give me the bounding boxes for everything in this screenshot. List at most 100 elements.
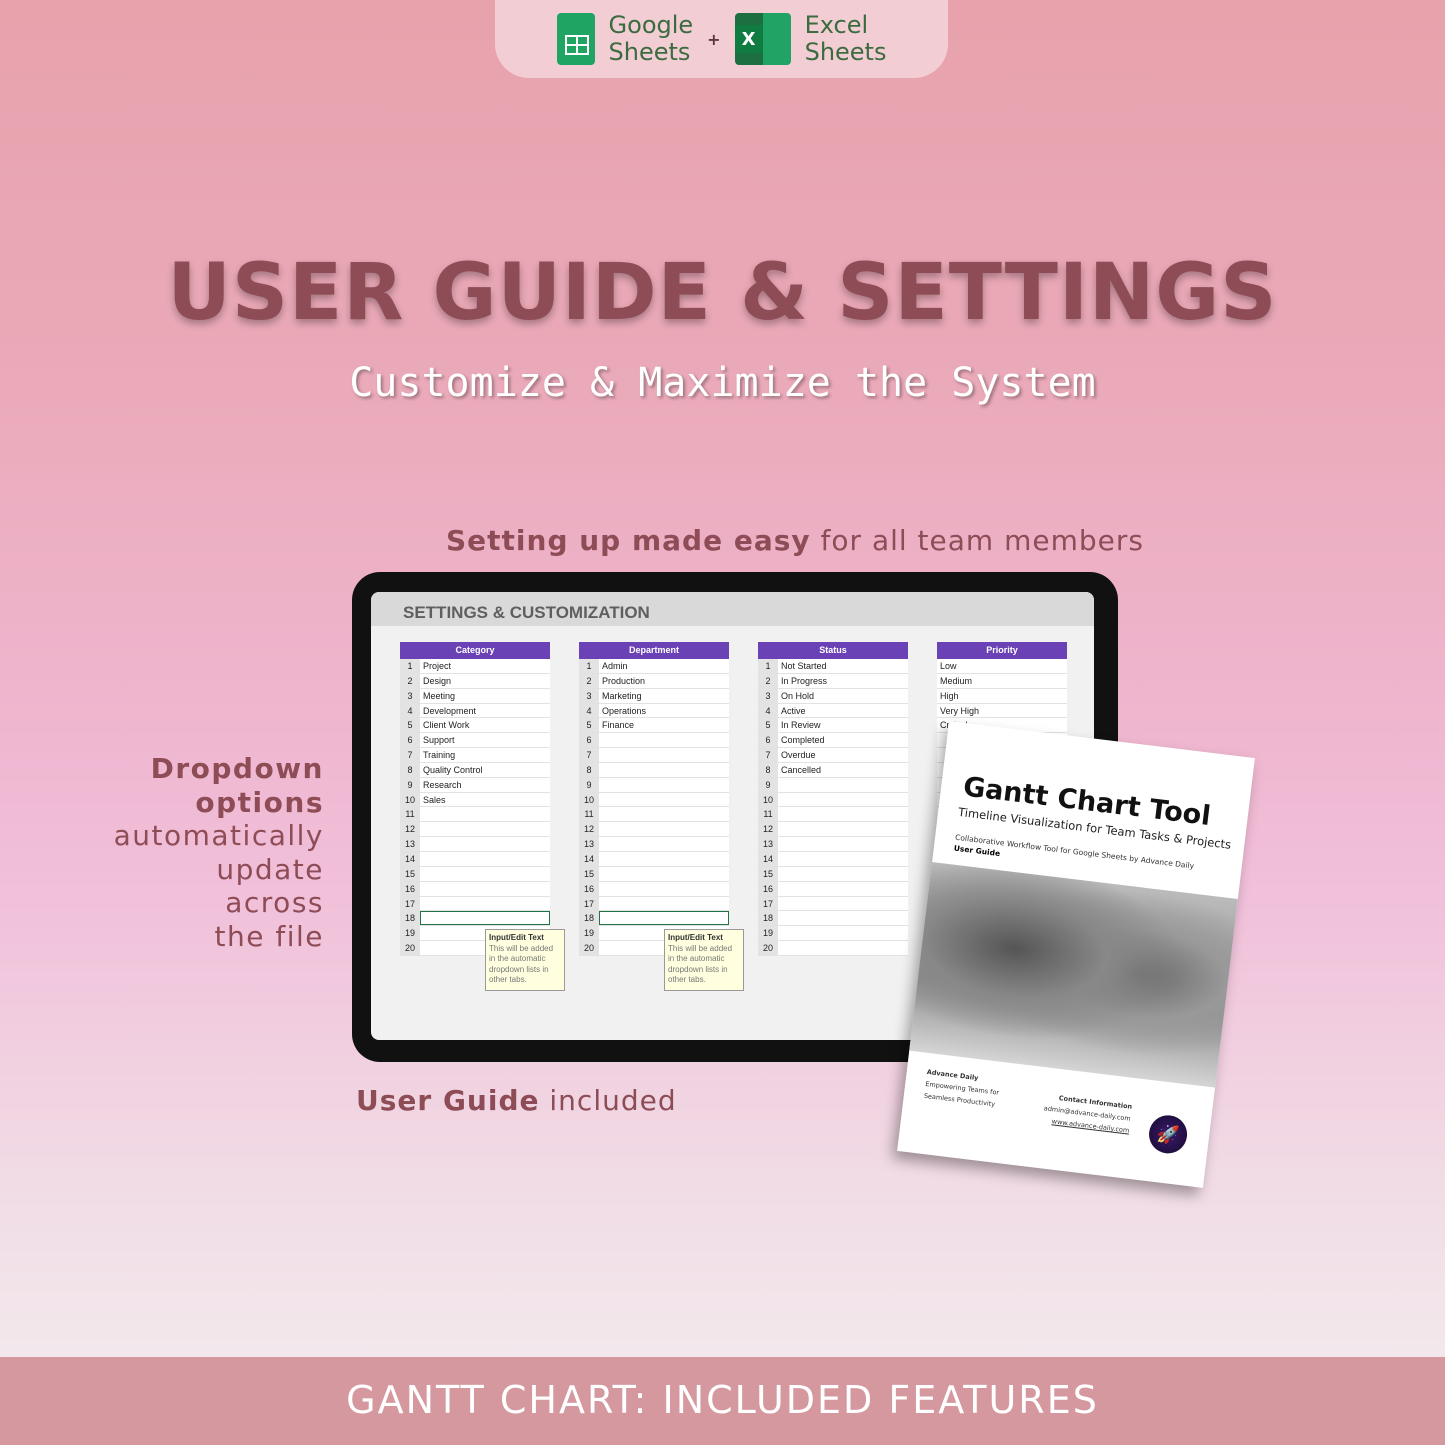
cell-value[interactable]: Meeting <box>420 689 550 703</box>
cell-value[interactable]: Medium <box>937 674 1067 688</box>
table-row[interactable]: 6 Support <box>400 733 550 749</box>
cell-value[interactable] <box>778 822 908 836</box>
table-row[interactable]: 3 On Hold <box>758 688 908 704</box>
cell-value[interactable] <box>420 807 550 821</box>
table-row[interactable]: 8 <box>579 762 729 778</box>
cell-value[interactable]: Active <box>778 704 908 718</box>
cell-value[interactable] <box>778 867 908 881</box>
cell-value[interactable] <box>599 733 729 747</box>
cell-value[interactable] <box>599 748 729 762</box>
cell-value[interactable] <box>778 778 908 792</box>
cell-value[interactable] <box>778 941 908 955</box>
cell-value[interactable] <box>778 897 908 911</box>
cell-value[interactable] <box>599 778 729 792</box>
table-row[interactable]: 18 <box>758 911 908 927</box>
table-row[interactable]: 5 In Review <box>758 718 908 734</box>
cell-value[interactable]: Marketing <box>599 689 729 703</box>
table-row[interactable]: 9 Research <box>400 777 550 793</box>
table-row[interactable]: 10 <box>758 792 908 808</box>
table-row[interactable]: 9 <box>579 777 729 793</box>
table-row[interactable]: 17 <box>400 896 550 912</box>
table-row[interactable]: 18 <box>579 911 729 927</box>
table-row[interactable]: 13 <box>758 837 908 852</box>
cell-value[interactable] <box>599 911 729 926</box>
table-row[interactable]: 10 <box>579 792 729 808</box>
cell-value[interactable]: Cancelled <box>778 763 908 777</box>
cell-value[interactable] <box>778 793 908 807</box>
table-row[interactable]: 17 <box>579 896 729 912</box>
cell-value[interactable]: Very High <box>937 704 1067 718</box>
table-row[interactable]: 12 <box>400 822 550 838</box>
table-row[interactable]: 1 Project <box>400 659 550 674</box>
cell-value[interactable] <box>420 837 550 851</box>
table-row[interactable]: 14 <box>579 851 729 867</box>
cell-value[interactable] <box>778 852 908 866</box>
table-row[interactable]: 6 <box>579 733 729 749</box>
table-row[interactable]: 4 Operations <box>579 703 729 719</box>
table-row[interactable]: 13 <box>400 837 550 852</box>
cell-value[interactable] <box>599 763 729 777</box>
table-row[interactable]: 1 Not Started <box>758 659 908 674</box>
cell-value[interactable] <box>420 897 550 911</box>
cell-value[interactable] <box>599 852 729 866</box>
table-row[interactable]: 3 Meeting <box>400 688 550 704</box>
cell-value[interactable] <box>420 822 550 836</box>
table-row[interactable]: 16 <box>579 881 729 897</box>
table-row[interactable]: 5 Finance <box>579 718 729 734</box>
cell-value[interactable] <box>420 882 550 896</box>
table-row[interactable]: Very High <box>937 703 1067 719</box>
table-row[interactable]: 11 <box>758 807 908 823</box>
cell-value[interactable] <box>599 793 729 807</box>
table-row[interactable]: 20 <box>758 941 908 956</box>
table-row[interactable]: 13 <box>579 837 729 852</box>
table-row[interactable]: 19 <box>758 926 908 942</box>
table-row[interactable]: 8 Quality Control <box>400 762 550 778</box>
table-row[interactable]: 1 Admin <box>579 659 729 674</box>
cell-value[interactable] <box>599 867 729 881</box>
cell-value[interactable]: Research <box>420 778 550 792</box>
cell-value[interactable]: Production <box>599 674 729 688</box>
table-row[interactable]: 12 <box>758 822 908 838</box>
cell-value[interactable]: Low <box>937 659 1067 673</box>
table-row[interactable]: 5 Client Work <box>400 718 550 734</box>
cell-value[interactable] <box>778 807 908 821</box>
cell-value[interactable]: In Review <box>778 718 908 732</box>
table-row[interactable]: 2 In Progress <box>758 673 908 689</box>
cell-value[interactable]: Quality Control <box>420 763 550 777</box>
table-row[interactable]: 7 Overdue <box>758 748 908 763</box>
table-row[interactable]: 9 <box>758 777 908 793</box>
cell-value[interactable]: Development <box>420 704 550 718</box>
cell-value[interactable] <box>599 897 729 911</box>
cell-value[interactable] <box>599 837 729 851</box>
table-row[interactable]: Medium <box>937 673 1067 689</box>
cell-value[interactable]: Support <box>420 733 550 747</box>
table-row[interactable]: 14 <box>758 851 908 867</box>
table-row[interactable]: 18 <box>400 911 550 927</box>
cell-value[interactable]: Design <box>420 674 550 688</box>
cell-value[interactable]: Training <box>420 748 550 762</box>
cell-value[interactable]: Operations <box>599 704 729 718</box>
table-row[interactable]: 11 <box>579 807 729 823</box>
table-row[interactable]: 4 Development <box>400 703 550 719</box>
cell-value[interactable]: Sales <box>420 793 550 807</box>
table-row[interactable]: 15 <box>400 866 550 882</box>
table-row[interactable]: 17 <box>758 896 908 912</box>
table-row[interactable]: 7 Training <box>400 748 550 763</box>
table-row[interactable]: 14 <box>400 851 550 867</box>
table-row[interactable]: 8 Cancelled <box>758 762 908 778</box>
table-row[interactable]: 7 <box>579 748 729 763</box>
table-row[interactable]: 6 Completed <box>758 733 908 749</box>
table-row[interactable]: 4 Active <box>758 703 908 719</box>
cell-value[interactable]: Admin <box>599 659 729 673</box>
table-row[interactable]: 15 <box>758 866 908 882</box>
cell-value[interactable] <box>778 882 908 896</box>
cell-value[interactable] <box>420 911 550 926</box>
table-row[interactable]: 16 <box>758 881 908 897</box>
table-row[interactable]: 2 Design <box>400 673 550 689</box>
cell-value[interactable]: In Progress <box>778 674 908 688</box>
table-row[interactable]: 2 Production <box>579 673 729 689</box>
table-row[interactable]: 3 Marketing <box>579 688 729 704</box>
cell-value[interactable] <box>778 911 908 925</box>
cell-value[interactable]: Project <box>420 659 550 673</box>
cell-value[interactable] <box>599 822 729 836</box>
